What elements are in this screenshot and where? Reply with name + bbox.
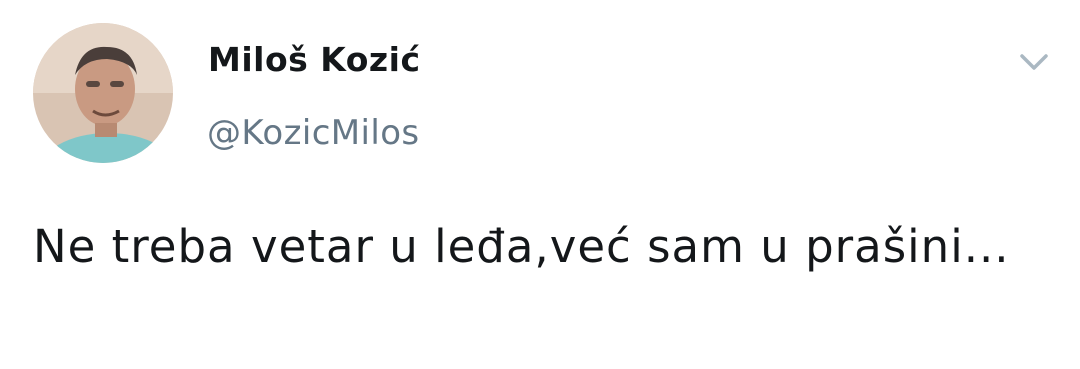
tweet-card: Miloš Kozić @KozicMilos Ne treba vetar u… [0,0,1080,369]
author-display-name[interactable]: Miloš Kozić [208,40,421,79]
author-handle[interactable]: @KozicMilos [207,113,420,153]
avatar-photo [33,23,173,163]
chevron-down-icon[interactable] [1015,47,1053,77]
avatar[interactable] [33,23,173,163]
tweet-text: Ne treba vetar u leđa,već sam u prašini.… [33,220,1010,273]
